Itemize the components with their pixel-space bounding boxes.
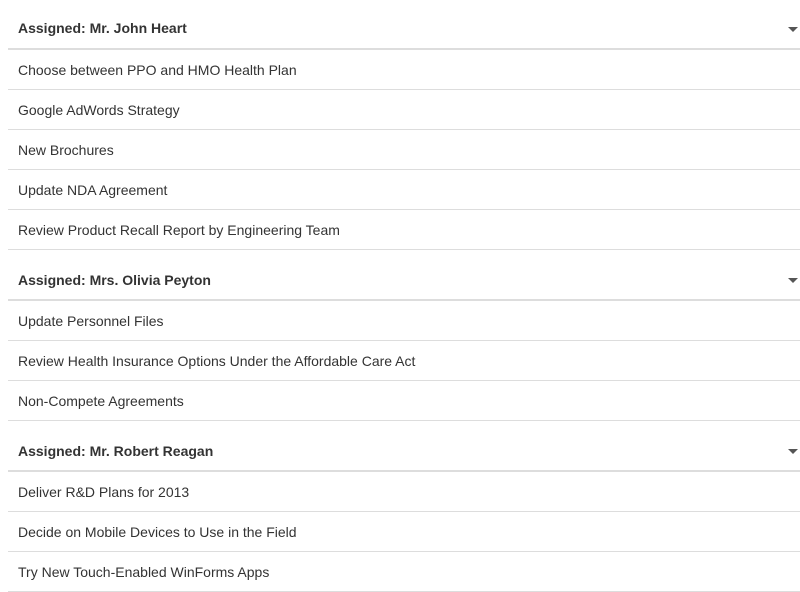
list-item[interactable]: Deliver R&D Plans for 2013 <box>8 472 800 512</box>
list-item[interactable]: New Brochures <box>8 130 800 170</box>
caret-down-icon[interactable] <box>788 449 798 454</box>
group-header[interactable]: Assigned: Mr. John Heart <box>8 0 800 50</box>
caret-down-icon[interactable] <box>788 278 798 283</box>
group-olivia-peyton: Assigned: Mrs. Olivia Peyton Update Pers… <box>8 250 800 421</box>
list-item[interactable]: Update NDA Agreement <box>8 170 800 210</box>
list-item[interactable]: Decide on Mobile Devices to Use in the F… <box>8 512 800 552</box>
group-title: Assigned: Mr. John Heart <box>18 20 187 36</box>
list-item[interactable]: Non-Compete Agreements <box>8 381 800 421</box>
list-item[interactable]: Choose between PPO and HMO Health Plan <box>8 50 800 90</box>
list-item[interactable]: Google AdWords Strategy <box>8 90 800 130</box>
group-title: Assigned: Mrs. Olivia Peyton <box>18 272 211 288</box>
list-item[interactable]: Review Product Recall Report by Engineer… <box>8 210 800 250</box>
group-header[interactable]: Assigned: Mrs. Olivia Peyton <box>8 250 800 301</box>
group-header[interactable]: Assigned: Mr. Robert Reagan <box>8 421 800 472</box>
list-item[interactable]: Try New Touch-Enabled WinForms Apps <box>8 552 800 592</box>
list-item[interactable]: Review Health Insurance Options Under th… <box>8 341 800 381</box>
group-john-heart: Assigned: Mr. John Heart Choose between … <box>8 0 800 250</box>
list-item[interactable]: Update Personnel Files <box>8 301 800 341</box>
grouped-task-list: Assigned: Mr. John Heart Choose between … <box>8 0 800 592</box>
group-title: Assigned: Mr. Robert Reagan <box>18 443 214 459</box>
caret-down-icon[interactable] <box>788 27 798 32</box>
group-robert-reagan: Assigned: Mr. Robert Reagan Deliver R&D … <box>8 421 800 592</box>
